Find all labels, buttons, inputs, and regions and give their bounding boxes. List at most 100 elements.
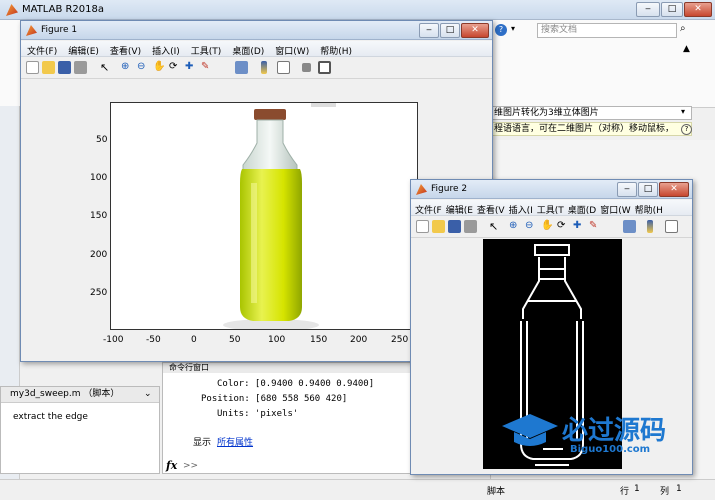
- print-icon[interactable]: [464, 220, 477, 233]
- open-file-icon[interactable]: [42, 61, 55, 74]
- menu-view[interactable]: 查看(V): [104, 41, 146, 57]
- watermark-logo: 必过源码 Biguo100.com: [500, 408, 690, 458]
- rotate-icon[interactable]: ⟳: [557, 220, 570, 233]
- legend-icon[interactable]: [277, 61, 290, 74]
- data-cursor-icon[interactable]: ✚: [185, 61, 198, 74]
- minimize-button[interactable]: ‒: [617, 182, 637, 197]
- brush-icon[interactable]: ✎: [201, 61, 214, 74]
- legend-icon[interactable]: [665, 220, 678, 233]
- cmd-output-line: Units: 'pixels': [217, 409, 299, 419]
- status-row-value: 1: [634, 484, 640, 494]
- menu-desktop[interactable]: 桌面(D): [226, 41, 269, 57]
- rotate-icon[interactable]: ⟳: [169, 61, 182, 74]
- x-tick-label: 0: [191, 335, 197, 345]
- pan-icon[interactable]: ✋: [541, 220, 554, 233]
- new-figure-icon[interactable]: [416, 220, 429, 233]
- figure-2-title-bar[interactable]: Figure 2 ‒ □ ✕: [411, 180, 692, 199]
- figure-1-title-bar[interactable]: Figure 1 ‒ □ ✕: [21, 21, 492, 40]
- search-icon[interactable]: ⌕: [680, 23, 694, 37]
- print-icon[interactable]: [74, 61, 87, 74]
- pointer-icon[interactable]: ↖: [489, 220, 502, 233]
- help-icon[interactable]: ?: [681, 124, 692, 135]
- status-col-value: 1: [676, 484, 682, 494]
- save-icon[interactable]: [448, 220, 461, 233]
- address-bar[interactable]: 维图片转化为3维立体图片: [490, 106, 692, 120]
- minimize-button[interactable]: ‒: [636, 2, 660, 17]
- zoom-in-icon[interactable]: ⊕: [121, 61, 134, 74]
- figure-2-menubar: 文件(F 编辑(E 查看(V 插入(I 工具(T 桌面(D 窗口(W 帮助(H: [411, 200, 692, 216]
- menu-edit[interactable]: 编辑(E: [443, 200, 474, 215]
- pointer-icon[interactable]: ↖: [100, 61, 113, 74]
- ribbon-expand-icon[interactable]: ▲: [683, 44, 690, 54]
- menu-window[interactable]: 窗口(W: [597, 200, 631, 215]
- y-tick-label: 50: [96, 135, 108, 145]
- x-tick-label: -50: [146, 335, 161, 345]
- save-icon[interactable]: [58, 61, 71, 74]
- all-properties-link[interactable]: 所有属性: [217, 435, 253, 448]
- minimize-button[interactable]: ‒: [419, 23, 439, 38]
- zoom-out-icon[interactable]: ⊖: [525, 220, 538, 233]
- close-button[interactable]: ✕: [684, 2, 712, 17]
- fx-icon: fx: [166, 459, 178, 472]
- menu-desktop[interactable]: 桌面(D: [565, 200, 597, 215]
- dropdown-icon[interactable]: ▾: [511, 24, 515, 33]
- menu-tools[interactable]: 工具(T: [534, 200, 565, 215]
- image-axes[interactable]: [110, 102, 418, 330]
- pan-icon[interactable]: ✋: [153, 61, 166, 74]
- hide-plot-tools-icon[interactable]: [302, 63, 311, 72]
- x-tick-label: 150: [310, 335, 328, 345]
- bottle-image: [223, 103, 336, 329]
- y-tick-label: 100: [90, 173, 108, 183]
- status-script: 脚本: [487, 487, 506, 497]
- menu-insert[interactable]: 插入(I): [146, 41, 185, 57]
- command-window[interactable]: 命令行窗口 Color: [0.9400 0.9400 0.9400] Posi…: [162, 362, 412, 474]
- chevron-down-icon[interactable]: ⌄: [144, 389, 152, 399]
- menu-view[interactable]: 查看(V: [474, 200, 506, 215]
- brush-icon[interactable]: ✎: [589, 220, 602, 233]
- zoom-out-icon[interactable]: ⊖: [137, 61, 150, 74]
- menu-help[interactable]: 帮助(H: [632, 200, 664, 215]
- link-plot-icon[interactable]: [623, 220, 636, 233]
- data-cursor-icon[interactable]: ✚: [573, 220, 586, 233]
- search-documentation-input[interactable]: 搜索文档: [537, 23, 677, 38]
- y-tick-label: 200: [90, 250, 108, 260]
- address-dropdown-icon[interactable]: ▾: [681, 107, 685, 116]
- figure-2-title: Figure 2: [431, 184, 468, 194]
- command-window-title: 命令行窗口: [163, 363, 411, 373]
- menu-insert[interactable]: 插入(I: [506, 200, 534, 215]
- help-icon[interactable]: ?: [495, 24, 507, 36]
- toolbar-quick-icons: ? ▾: [495, 24, 535, 38]
- maximize-button[interactable]: □: [661, 2, 683, 17]
- new-figure-icon[interactable]: [26, 61, 39, 74]
- x-tick-label: 250: [391, 335, 409, 345]
- info-bar: 程语语言，可在二维图片（对称）移动鼠标，: [490, 122, 692, 136]
- status-col-label: 列: [660, 487, 670, 497]
- y-tick-label: 250: [90, 288, 108, 298]
- colorbar-icon[interactable]: [261, 61, 267, 74]
- zoom-in-icon[interactable]: ⊕: [509, 220, 522, 233]
- figure-icon: [26, 25, 37, 36]
- figure-1-menubar: 文件(F) 编辑(E) 查看(V) 插入(I) 工具(T) 桌面(D) 窗口(W) 帮助(H): [21, 41, 492, 57]
- menu-window[interactable]: 窗口(W): [269, 41, 314, 57]
- maximize-button[interactable]: □: [638, 182, 658, 197]
- maximize-button[interactable]: □: [440, 23, 460, 38]
- figure-icon: [416, 184, 427, 195]
- close-button[interactable]: ✕: [659, 182, 689, 197]
- watermark-site: Biguo100.com: [570, 444, 651, 455]
- show-plot-tools-icon[interactable]: [318, 61, 331, 74]
- x-tick-label: -100: [103, 335, 124, 345]
- close-button[interactable]: ✕: [461, 23, 489, 38]
- menu-file[interactable]: 文件(F): [21, 41, 62, 57]
- cmd-output-line: Color: [0.9400 0.9400 0.9400]: [217, 379, 375, 389]
- open-file-icon[interactable]: [432, 220, 445, 233]
- menu-tools[interactable]: 工具(T): [185, 41, 227, 57]
- graduation-cap-icon: [502, 414, 558, 446]
- status-bar: 脚本 行 1 列 1: [0, 479, 715, 500]
- menu-edit[interactable]: 编辑(E): [62, 41, 104, 57]
- menu-file[interactable]: 文件(F: [411, 200, 443, 215]
- show-label: 显示: [193, 438, 212, 448]
- link-plot-icon[interactable]: [235, 61, 248, 74]
- menu-help[interactable]: 帮助(H): [314, 41, 357, 57]
- command-prompt[interactable]: >>: [183, 461, 198, 471]
- colorbar-icon[interactable]: [647, 220, 653, 233]
